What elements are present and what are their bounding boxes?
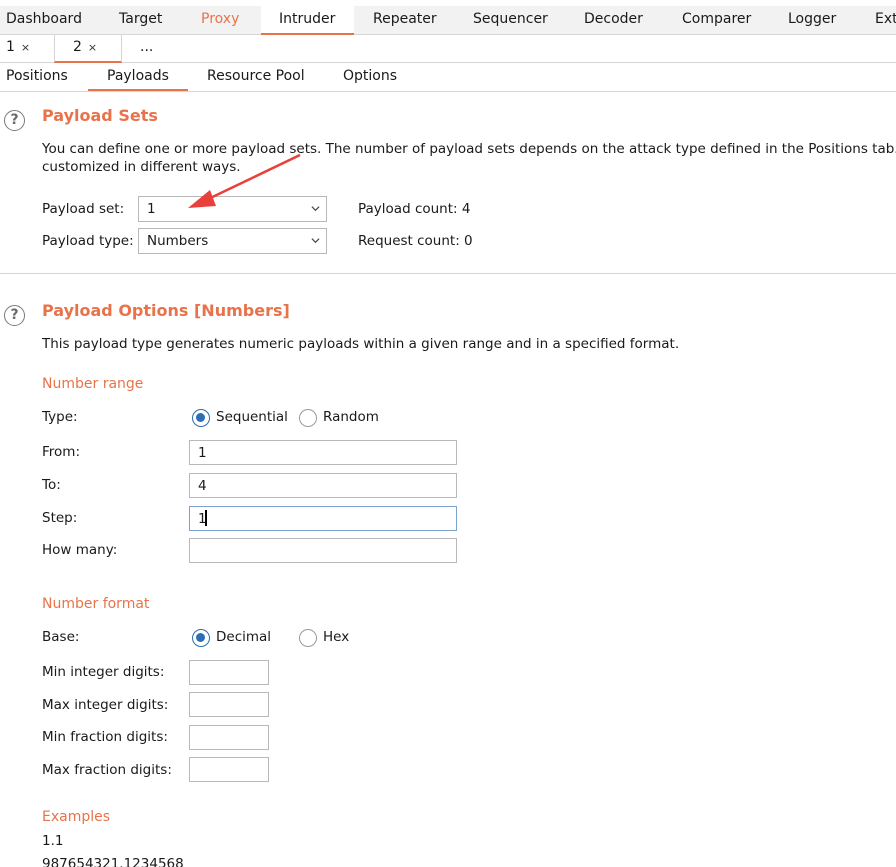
decimal-radio[interactable] [192, 629, 210, 647]
tab-resource-pool[interactable]: Resource Pool [207, 63, 305, 91]
sequential-radio[interactable] [192, 409, 210, 427]
how-many-label: How many: [42, 542, 118, 558]
max-fraction-digits-field[interactable] [189, 757, 269, 782]
payload-sets-description: You can define one or more payload sets.… [42, 141, 896, 157]
payload-set-label: Payload set: [42, 201, 125, 217]
payload-type-label: Payload type: [42, 233, 134, 249]
decimal-label[interactable]: Decimal [216, 629, 271, 645]
close-icon[interactable]: × [21, 41, 30, 54]
from-field[interactable] [189, 440, 457, 465]
tool-tab-sequencer[interactable]: Sequencer [473, 6, 548, 34]
tool-tab-comparer[interactable]: Comparer [682, 6, 751, 34]
tool-tab-dashboard[interactable]: Dashboard [6, 6, 82, 34]
attack-tab-1[interactable]: 1 × [6, 35, 30, 62]
min-fraction-digits-label: Min fraction digits: [42, 729, 168, 745]
new-attack-tab[interactable]: ... [140, 35, 153, 62]
attack-tab-2[interactable]: 2 × [54, 35, 122, 63]
from-label: From: [42, 444, 80, 460]
min-integer-digits-label: Min integer digits: [42, 664, 165, 680]
section-tab-bar: Positions Payloads Resource Pool Options [0, 63, 896, 92]
help-icon[interactable]: ? [4, 305, 25, 326]
chevron-down-icon [311, 238, 320, 244]
tool-tab-intruder[interactable]: Intruder [261, 6, 354, 35]
hex-label[interactable]: Hex [323, 629, 349, 645]
tool-tab-logger[interactable]: Logger [788, 6, 836, 34]
tool-tab-repeater[interactable]: Repeater [373, 6, 437, 34]
example-line-2: 987654321.1234568 [42, 856, 184, 867]
tool-tab-decoder[interactable]: Decoder [584, 6, 643, 34]
payload-options-description: This payload type generates numeric payl… [42, 336, 680, 352]
tool-tab-proxy[interactable]: Proxy [201, 6, 239, 34]
close-icon[interactable]: × [88, 41, 97, 54]
tool-tab-extender[interactable]: Ext [875, 6, 896, 34]
annotation-arrow-icon [188, 153, 301, 208]
payload-type-dropdown[interactable]: Numbers [138, 228, 327, 254]
tool-tab-bar: Dashboard Target Proxy Intruder Repeater… [0, 6, 896, 35]
how-many-field[interactable] [189, 538, 457, 563]
example-line-1: 1.1 [42, 833, 64, 849]
random-radio[interactable] [299, 409, 317, 427]
payload-options-title: Payload Options [Numbers] [42, 301, 290, 320]
type-label: Type: [42, 409, 78, 425]
to-label: To: [42, 477, 61, 493]
random-label[interactable]: Random [323, 409, 379, 425]
number-format-title: Number format [42, 596, 150, 612]
chevron-down-icon [311, 206, 320, 212]
tab-payloads[interactable]: Payloads [88, 63, 188, 91]
text-caret [205, 510, 207, 526]
help-icon[interactable]: ? [4, 110, 25, 131]
step-label: Step: [42, 510, 78, 526]
payload-sets-title: Payload Sets [42, 106, 158, 125]
attack-tab-label: 1 [6, 39, 15, 55]
tab-options[interactable]: Options [343, 63, 397, 91]
min-integer-digits-field[interactable] [189, 660, 269, 685]
tool-tab-target[interactable]: Target [119, 6, 162, 34]
max-fraction-digits-label: Max fraction digits: [42, 762, 172, 778]
number-range-title: Number range [42, 376, 144, 392]
examples-title: Examples [42, 809, 111, 825]
tab-positions[interactable]: Positions [6, 63, 68, 91]
step-field[interactable] [189, 506, 457, 531]
section-divider [0, 273, 896, 274]
request-count: Request count: 0 [358, 233, 473, 249]
min-fraction-digits-field[interactable] [189, 725, 269, 750]
payload-set-value: 1 [147, 201, 156, 217]
payload-count: Payload count: 4 [358, 201, 471, 217]
attack-tab-label: 2 [73, 39, 82, 55]
max-integer-digits-field[interactable] [189, 692, 269, 717]
hex-radio[interactable] [299, 629, 317, 647]
payload-type-value: Numbers [147, 233, 209, 249]
sequential-label[interactable]: Sequential [216, 409, 288, 425]
base-label: Base: [42, 629, 80, 645]
max-integer-digits-label: Max integer digits: [42, 697, 169, 713]
to-field[interactable] [189, 473, 457, 498]
intruder-attack-tabs: 1 × 2 × ... [0, 35, 896, 63]
